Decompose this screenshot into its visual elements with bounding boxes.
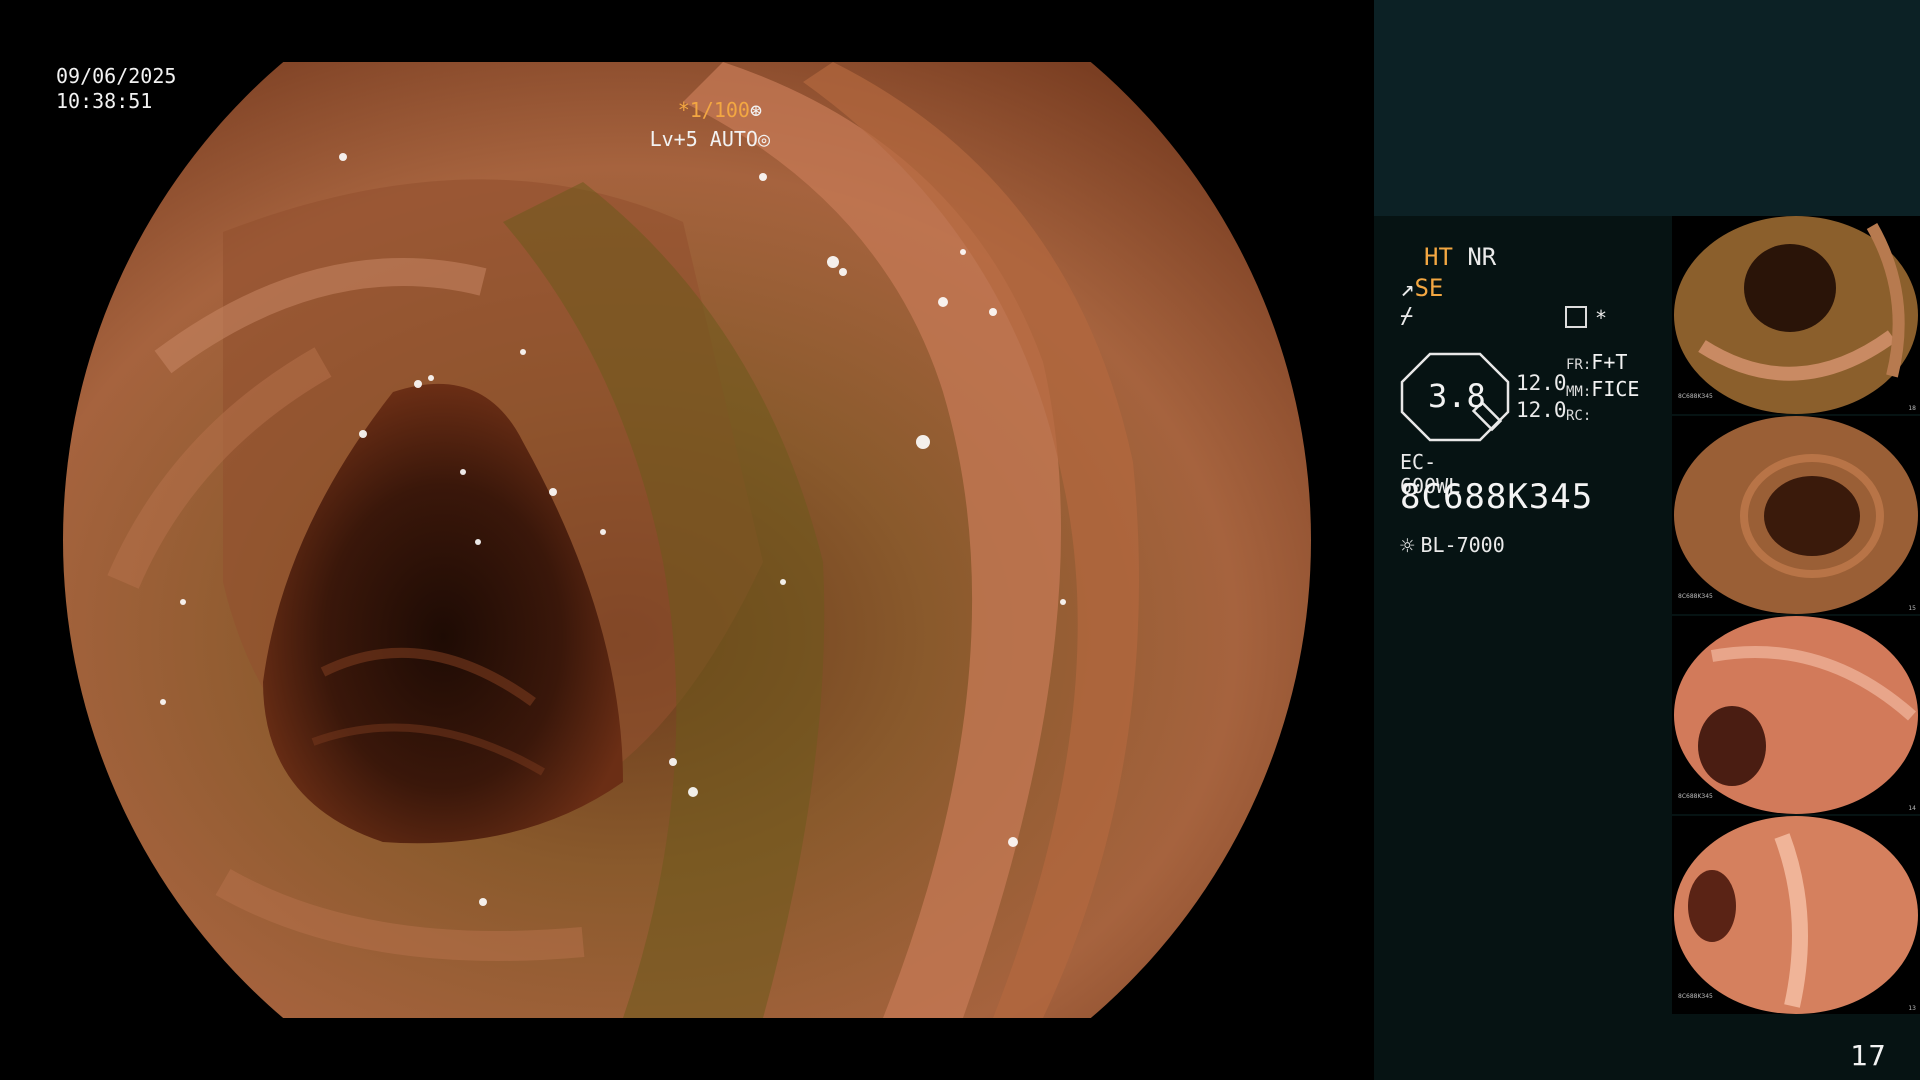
thumbnail-4[interactable]: 8C688K345 13 <box>1672 816 1920 1014</box>
thumbnail-index: 15 <box>1908 605 1916 612</box>
shutter-text: *1/100 <box>677 98 750 122</box>
auto-exposure-icon: ◎ <box>757 127 770 151</box>
se-prefix-icon: ↗ <box>1400 274 1415 302</box>
brightness-level-indicator: Lv+5 AUTO◎ <box>650 127 770 151</box>
se-flag: SE <box>1414 274 1444 302</box>
rc-label: RC: <box>1566 408 1592 424</box>
gauge-value: 3.8 <box>1428 377 1486 415</box>
side-panel-header <box>1374 0 1920 216</box>
shutter-speed-indicator: *1/100⊛ <box>678 98 762 122</box>
setting-value-2: 12.0 <box>1516 398 1567 422</box>
mode-symbol: ⌿ <box>1400 304 1414 329</box>
setting-values: 12.0 12.0 <box>1516 370 1567 424</box>
fr-label: FR: <box>1566 357 1592 373</box>
nr-flag: NR <box>1467 243 1497 271</box>
setting-value-1: 12.0 <box>1516 371 1567 395</box>
thumbnail-serial: 8C688K345 <box>1678 993 1713 1000</box>
thumbnail-serial: 8C688K345 <box>1678 793 1713 800</box>
date-text: 09/06/2025 <box>56 64 177 88</box>
light-source: ☼ BL-7000 <box>1400 532 1505 560</box>
processing-flags: HT NR <box>1424 243 1496 271</box>
thumbnail-index: 13 <box>1908 1005 1916 1012</box>
thumbnail-index: 14 <box>1908 805 1916 812</box>
fr-value: F+T <box>1591 350 1628 374</box>
thumbnail-serial: 8C688K345 <box>1678 593 1713 600</box>
thumbnail-serial: 8C688K345 <box>1678 393 1713 400</box>
ht-flag: HT <box>1424 243 1453 271</box>
thumbnail-2[interactable]: 8C688K345 15 <box>1672 416 1920 614</box>
time-text: 10:38:51 <box>56 89 153 113</box>
thumbnail-1[interactable]: 8C688K345 18 <box>1672 216 1920 414</box>
level-text: Lv+5 AUTO <box>649 127 758 151</box>
sun-icon: ☼ <box>1400 532 1415 560</box>
scope-serial: 8C688K345 <box>1400 477 1594 517</box>
memo-asterisk: * <box>1595 306 1608 330</box>
mm-label: MM: <box>1566 384 1592 400</box>
memo-icon <box>1565 306 1587 328</box>
setting-labels: FR:F+T MM:FICE RC: <box>1566 350 1639 428</box>
thumbnail-3[interactable]: 8C688K345 14 <box>1672 616 1920 814</box>
light-source-label: BL-7000 <box>1420 533 1505 557</box>
thumbnail-index: 18 <box>1908 405 1916 412</box>
aperture-icon: ⊛ <box>749 98 762 122</box>
structure-enhancement: ↗SE <box>1400 274 1443 302</box>
date-time-display: 09/06/2025 10:38:51 <box>56 64 176 114</box>
main-endoscope-view: 09/06/2025 10:38:51 *1/100⊛ Lv+5 AUTO◎ <box>0 0 1372 1080</box>
page-number: 17 <box>1850 1039 1886 1072</box>
memo-indicator: * <box>1565 306 1607 330</box>
mm-value: FICE <box>1591 377 1640 401</box>
endoscopic-image <box>63 62 1311 1018</box>
